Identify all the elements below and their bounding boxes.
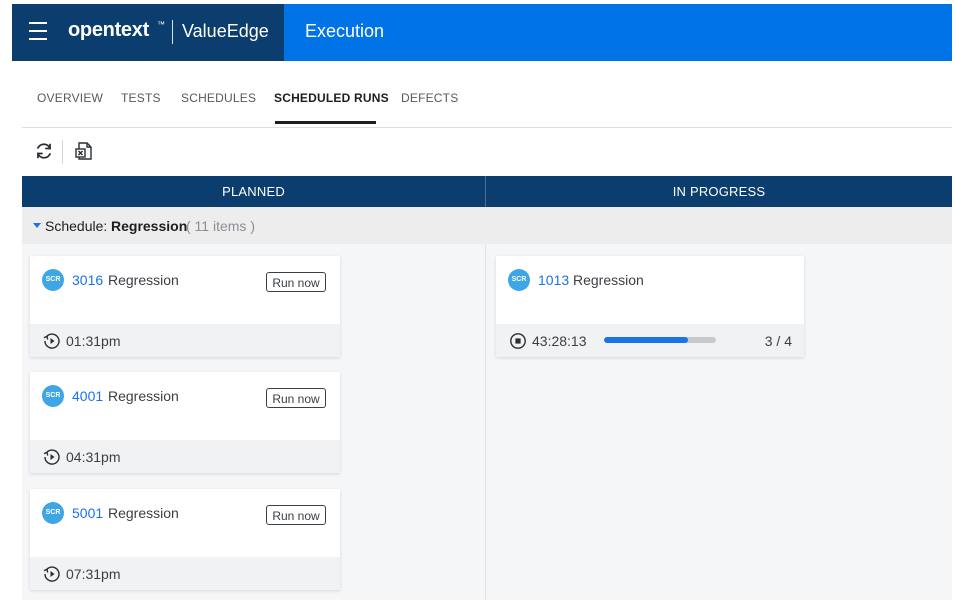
- scr-badge: SCR: [42, 502, 64, 524]
- progress-count: 3 / 4: [764, 333, 792, 349]
- group-item-count: ( 11 items ): [186, 218, 255, 234]
- refresh-icon[interactable]: [33, 140, 55, 162]
- scheduled-time: 01:31pm: [66, 333, 121, 349]
- tab-scheduled-runs[interactable]: SCHEDULED RUNS: [274, 91, 389, 105]
- tab-tests[interactable]: TESTS: [121, 91, 161, 105]
- scheduled-runs-board: PLANNED IN PROGRESS Schedule: Regression…: [22, 127, 952, 600]
- run-id-link[interactable]: 3016: [72, 272, 103, 288]
- board-toolbar: [22, 128, 952, 176]
- module-title: Execution: [305, 21, 385, 41]
- scr-badge: SCR: [42, 269, 64, 291]
- scheduled-time-icon: [43, 565, 61, 583]
- scheduled-time-icon: [43, 332, 61, 350]
- brand-divider: [172, 20, 173, 44]
- brand-area: opentext ™ ValueEdge: [12, 4, 284, 61]
- scheduled-time: 07:31pm: [66, 566, 121, 582]
- opentext-logo[interactable]: opentext: [68, 19, 149, 42]
- export-excel-icon[interactable]: [73, 140, 95, 162]
- run-id-link[interactable]: 5001: [72, 505, 103, 521]
- card-footer: 07:31pm: [30, 557, 340, 590]
- scr-badge: SCR: [508, 269, 530, 291]
- run-now-button[interactable]: Run now: [266, 272, 326, 292]
- scr-badge: SCR: [42, 385, 64, 407]
- group-label: Schedule:: [45, 218, 108, 234]
- tab-overview[interactable]: OVERVIEW: [37, 91, 103, 105]
- run-id-link[interactable]: 1013: [538, 272, 569, 288]
- column-header-planned: PLANNED: [222, 184, 285, 199]
- column-headers: PLANNED IN PROGRESS: [22, 176, 952, 207]
- scheduled-time: 04:31pm: [66, 449, 121, 465]
- card-footer: 04:31pm: [30, 440, 340, 473]
- run-progress-fill: [604, 337, 688, 343]
- trademark-mark: ™: [157, 20, 165, 29]
- planned-run-card[interactable]: SCR 5001 Regression Run now 07:31pm: [30, 489, 340, 590]
- tab-schedules[interactable]: SCHEDULES: [181, 91, 256, 105]
- column-divider: [485, 244, 486, 600]
- run-now-button[interactable]: Run now: [266, 388, 326, 408]
- tab-defects[interactable]: DEFECTS: [401, 91, 458, 105]
- product-name: ValueEdge: [182, 21, 269, 41]
- planned-run-card[interactable]: SCR 4001 Regression Run now 04:31pm: [30, 372, 340, 473]
- elapsed-time: 43:28:13: [532, 333, 587, 349]
- scheduled-time-icon: [43, 448, 61, 466]
- run-name: Regression: [573, 272, 644, 288]
- stop-run-icon[interactable]: [509, 332, 527, 350]
- hamburger-menu-icon[interactable]: [29, 22, 47, 40]
- run-progress-bar: [604, 337, 716, 343]
- run-name: Regression: [108, 505, 179, 521]
- group-name: Regression: [111, 218, 188, 234]
- card-footer: 01:31pm: [30, 324, 340, 357]
- run-name: Regression: [108, 272, 179, 288]
- in-progress-run-card[interactable]: SCR 1013 Regression 43:28:13 3 / 4: [496, 256, 804, 357]
- run-now-button[interactable]: Run now: [266, 505, 326, 525]
- planned-run-card[interactable]: SCR 3016 Regression Run now 01:31pm: [30, 256, 340, 357]
- active-tab-indicator: [275, 121, 376, 124]
- schedule-group-header[interactable]: Schedule: Regression ( 11 items ): [22, 207, 952, 244]
- run-id-link[interactable]: 4001: [72, 388, 103, 404]
- collapse-caret-icon[interactable]: [33, 223, 41, 228]
- run-name: Regression: [108, 388, 179, 404]
- column-header-in-progress: IN PROGRESS: [672, 184, 766, 199]
- app-window: opentext ™ ValueEdge Execution OVERVIEW …: [12, 4, 952, 600]
- card-footer: 43:28:13 3 / 4: [496, 324, 804, 357]
- toolbar-divider: [62, 140, 63, 164]
- top-bar: opentext ™ ValueEdge Execution: [12, 4, 952, 61]
- tab-bar: OVERVIEW TESTS SCHEDULES SCHEDULED RUNS …: [12, 61, 952, 127]
